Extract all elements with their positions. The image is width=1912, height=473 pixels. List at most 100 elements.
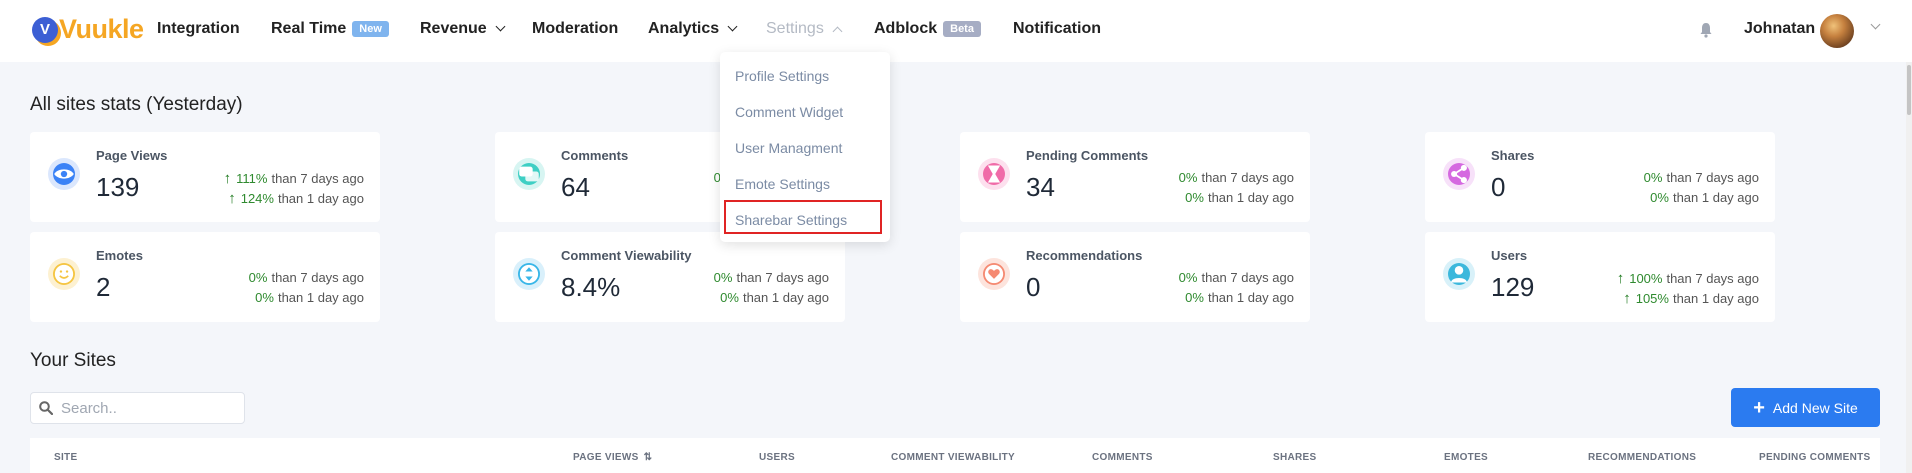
smiley-icon <box>53 263 75 285</box>
nav-adblock[interactable]: Adblock Beta <box>874 20 981 38</box>
col-page-views[interactable]: PAGE VIEWS ⇅ <box>573 452 652 463</box>
nav-moderation-label: Moderation <box>532 20 619 37</box>
eye-icon <box>53 163 75 185</box>
col-comment-viewability[interactable]: COMMENT VIEWABILITY <box>891 452 1015 463</box>
nav-settings[interactable]: Settings <box>766 20 843 38</box>
plus-icon: + <box>1753 396 1765 419</box>
sort-icon[interactable]: ⇅ <box>644 452 653 463</box>
stat-label: Comment Viewability <box>561 248 692 263</box>
stat-value: 0 <box>1491 172 1506 202</box>
vuukle-logo[interactable]: V Vuukle <box>32 14 144 45</box>
nav-analytics[interactable]: Analytics <box>648 20 738 38</box>
compare-7-days: 0%than 7 days ago <box>1179 270 1294 285</box>
compare-7-pct: 0% <box>1178 170 1198 185</box>
bell-icon[interactable] <box>1699 22 1713 38</box>
stat-value: 2 <box>96 272 111 302</box>
menu-item-user-management[interactable]: User Managment <box>735 140 842 156</box>
compare-1-pct: 0% <box>1185 190 1204 205</box>
compare-7-text: than 7 days ago <box>1201 170 1294 185</box>
compare-1-day: 0%than 1 day ago <box>1650 190 1759 205</box>
col-pending-comments[interactable]: PENDING COMMENTS <box>1759 452 1870 463</box>
arrow-up-icon: ↑ <box>223 170 232 187</box>
arrows-icon <box>518 263 540 285</box>
compare-1-day: ↑ 124% than 1 day ago <box>228 190 364 207</box>
nav-real-time-label: Real Time <box>271 20 347 37</box>
col-site[interactable]: SITE <box>54 452 77 463</box>
search-box <box>30 392 245 424</box>
arrow-up-icon: ↑ <box>228 190 236 207</box>
scrollbar-track[interactable] <box>1906 62 1912 473</box>
compare-1-day: 0%than 1 day ago <box>1185 190 1294 205</box>
compare-1-text: than 1 day ago <box>277 290 364 305</box>
stat-card: Emotes 2 0% than 7 days ago 0% than 1 day ago <box>30 232 380 322</box>
compare-7-text: than 7 days ago <box>1666 170 1759 185</box>
stat-value: 129 <box>1491 272 1535 302</box>
compare-1-pct: 0% <box>1650 190 1669 205</box>
menu-item-comment-widget[interactable]: Comment Widget <box>735 104 843 120</box>
user-name[interactable]: Johnatan <box>1744 20 1815 38</box>
compare-1-text: than 1 day ago <box>742 290 829 305</box>
chat-icon <box>518 163 540 185</box>
search-input[interactable] <box>61 399 231 417</box>
arrow-up-icon: ↑ <box>1623 290 1631 307</box>
nav-notification[interactable]: Notification <box>1013 20 1101 38</box>
compare-7-text: than 7 days ago <box>736 270 829 285</box>
stat-card: Users 129 ↑ 100% than 7 days ago ↑ 105% than 1 … <box>1425 232 1775 322</box>
nav-moderation[interactable]: Moderation <box>532 20 618 38</box>
col-page-views-label: PAGE VIEWS <box>573 452 639 463</box>
stat-label: Comments <box>561 148 629 163</box>
nav-integration[interactable]: Integration <box>157 20 240 38</box>
stat-card: Comment Viewability 8.4% 0% than 7 days ago… <box>495 232 845 322</box>
col-users[interactable]: USERS <box>759 452 795 463</box>
stat-label: Shares <box>1491 148 1535 163</box>
chevron-down-icon <box>495 21 506 32</box>
compare-7-pct: 0% <box>1643 170 1663 185</box>
stat-label: Users <box>1491 248 1528 263</box>
menu-item-profile-settings[interactable]: Profile Settings <box>735 68 829 84</box>
stat-label: Recommendations <box>1026 248 1143 263</box>
compare-1-day: ↑ 105% than 1 day ago <box>1623 290 1759 307</box>
nav-notification-label: Notification <box>1013 20 1101 37</box>
nav-revenue[interactable]: Revenue <box>420 20 506 38</box>
col-shares[interactable]: SHARES <box>1273 452 1316 463</box>
compare-1-pct: 124% <box>240 191 274 206</box>
sites-title: Your Sites <box>30 350 116 371</box>
stat-value: 8.4% <box>561 272 621 302</box>
compare-7-pct: 0% <box>1178 270 1198 285</box>
user-menu-chevron-icon[interactable] <box>1870 19 1881 30</box>
avatar[interactable] <box>1820 14 1854 48</box>
hourglass-icon <box>983 163 1005 185</box>
nav-settings-label: Settings <box>766 20 824 37</box>
compare-7-days: 0%than 7 days ago <box>1179 170 1294 185</box>
compare-1-text: than 1 day ago <box>1207 290 1294 305</box>
nav-adblock-label: Adblock <box>874 20 938 37</box>
add-new-site-label: Add New Site <box>1772 399 1858 416</box>
sites-table-header: SITE PAGE VIEWS ⇅ USERS COMMENT VIEWABILI… <box>30 438 1880 473</box>
col-comments[interactable]: COMMENTS <box>1092 452 1153 463</box>
compare-1-text: than 1 day ago <box>1672 291 1759 306</box>
menu-item-emote-settings[interactable]: Emote Settings <box>735 176 830 192</box>
user-icon <box>1448 263 1470 285</box>
stat-card: Shares 0 0% than 7 days ago 0% than 1 day ago <box>1425 132 1775 222</box>
menu-item-sharebar-settings[interactable]: Sharebar Settings <box>735 212 847 228</box>
add-new-site-button[interactable]: + Add New Site <box>1731 388 1880 427</box>
col-recommendations[interactable]: RECOMMENDATIONS <box>1588 452 1696 463</box>
compare-7-text: than 7 days ago <box>1201 270 1294 285</box>
icon-circle <box>513 158 545 190</box>
icon-circle <box>978 158 1010 190</box>
nav-real-time[interactable]: Real Time New <box>271 20 389 38</box>
compare-1-day: 0%than 1 day ago <box>1185 290 1294 305</box>
scrollbar-thumb[interactable] <box>1907 65 1911 115</box>
stats-title: All sites stats (Yesterday) <box>30 94 243 115</box>
logo-badge: V <box>32 16 58 43</box>
stat-card: Pending Comments 34 0% than 7 days ago 0% tha… <box>960 132 1310 222</box>
col-emotes[interactable]: EMOTES <box>1444 452 1488 463</box>
compare-7-pct: 0% <box>248 270 268 285</box>
compare-1-text: than 1 day ago <box>1207 190 1294 205</box>
stat-value: 139 <box>96 172 140 202</box>
compare-7-text: than 7 days ago <box>271 171 364 186</box>
icon-circle <box>1443 258 1475 290</box>
arrow-up-icon: ↑ <box>1616 270 1625 287</box>
compare-7-pct: 100% <box>1629 271 1663 286</box>
icon-circle <box>978 258 1010 290</box>
